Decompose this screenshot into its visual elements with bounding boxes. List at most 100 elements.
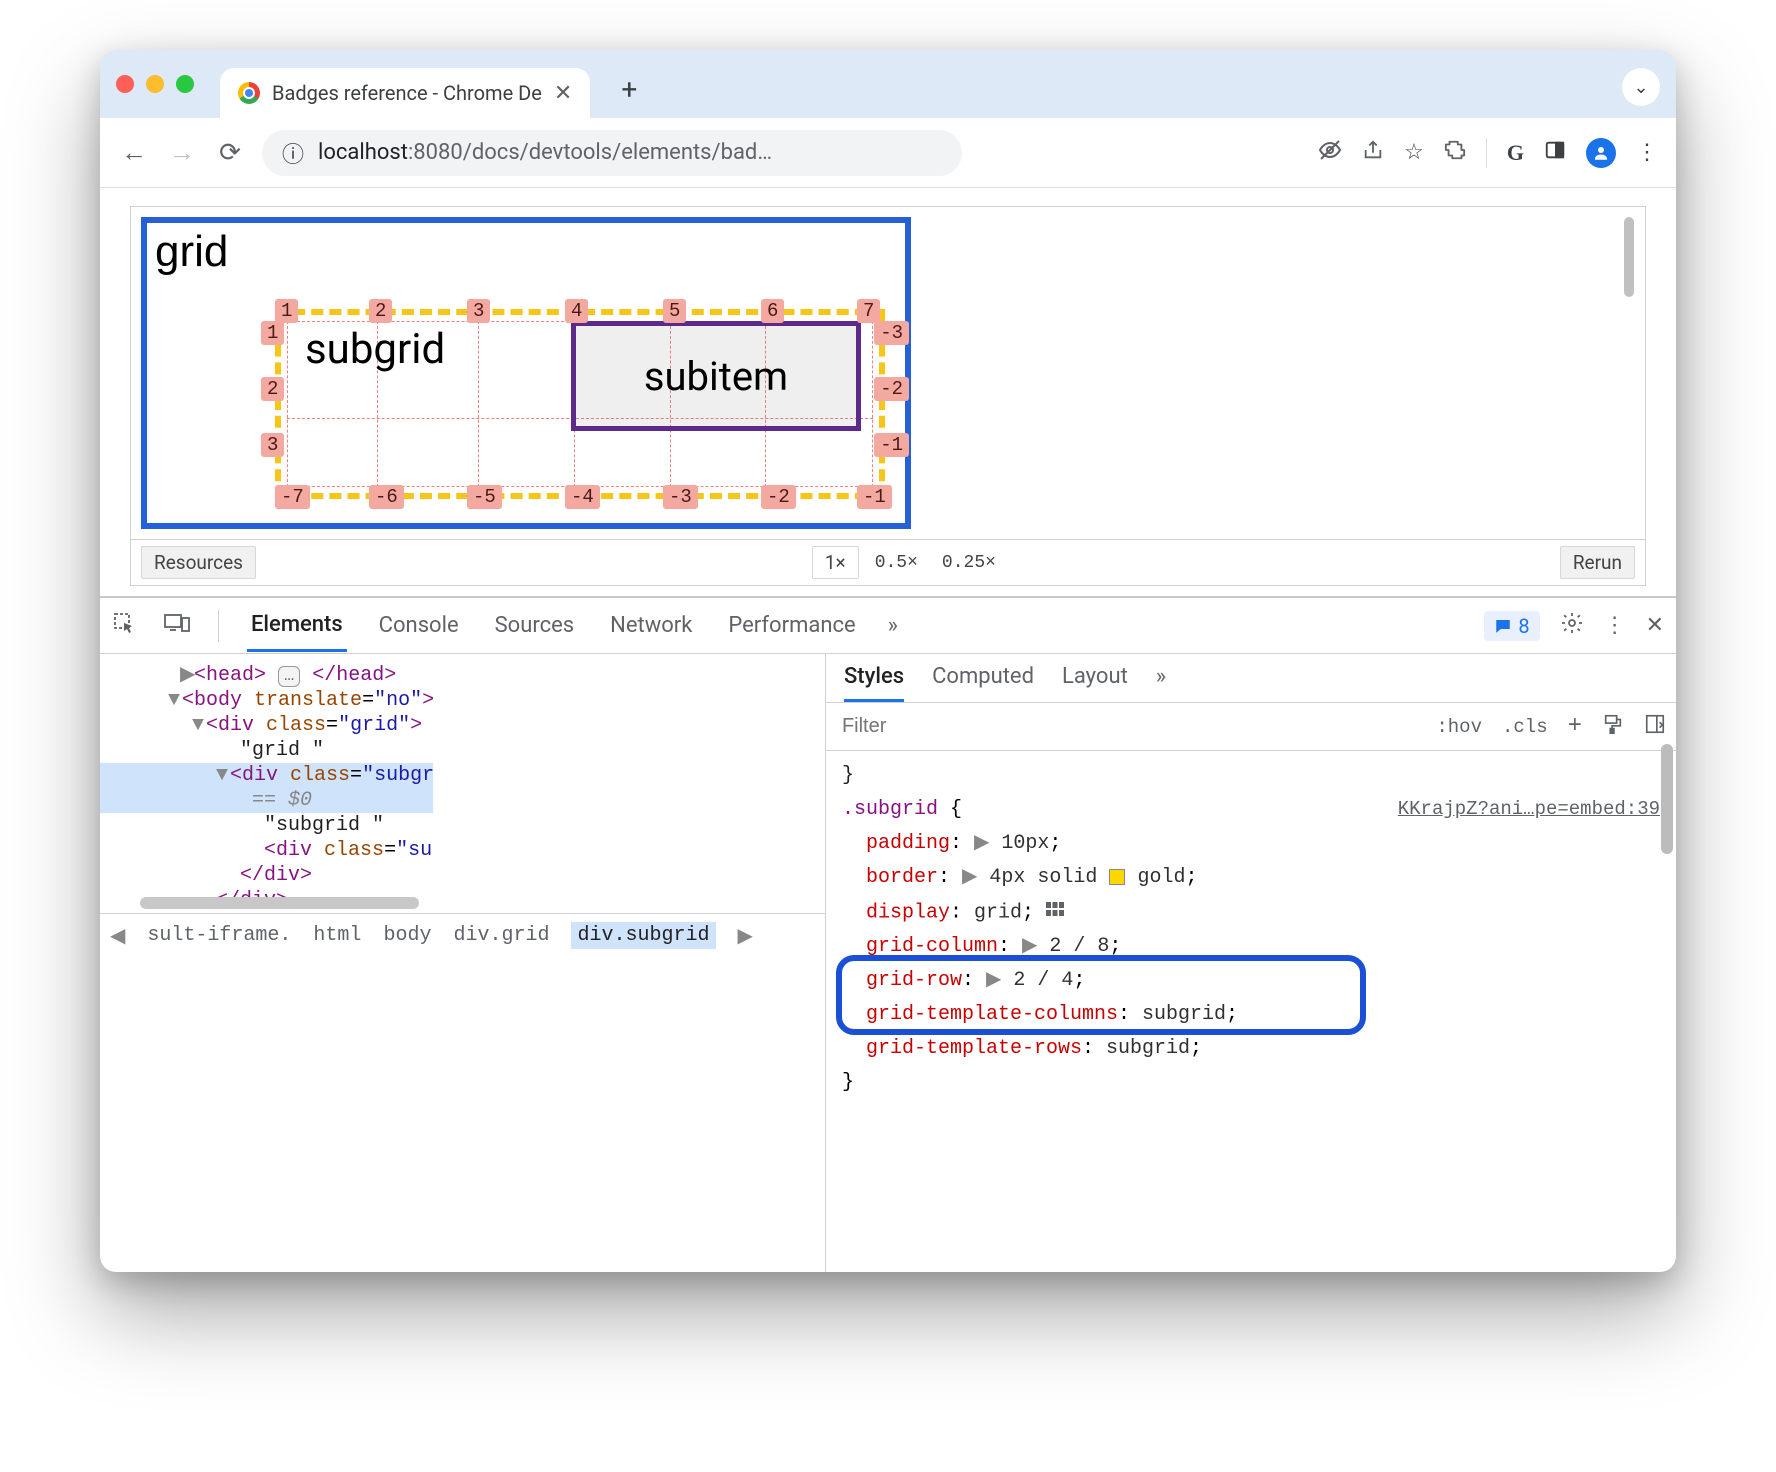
track-label: 6 <box>761 299 784 323</box>
site-info-icon[interactable]: ⓘ <box>282 137 304 169</box>
source-link[interactable]: KKrajpZ?ani…pe=embed:39 <box>1398 793 1660 825</box>
styles-tabs: Styles Computed Layout » <box>826 654 1676 703</box>
maximize-window-icon[interactable] <box>176 75 194 93</box>
track-label: -1 <box>857 485 892 509</box>
track-label: -6 <box>369 485 404 509</box>
tabs-dropdown-button[interactable]: ⌄ <box>1622 68 1660 106</box>
content-area: grid subgrid subitem <box>100 188 1676 1272</box>
menu-icon[interactable]: ⋮ <box>1636 140 1658 165</box>
track-label: -4 <box>565 485 600 509</box>
browser-tab[interactable]: Badges reference - Chrome De ✕ <box>220 68 590 118</box>
breadcrumb-item[interactable]: sult-iframe. <box>147 924 291 947</box>
track-label: 7 <box>857 299 880 323</box>
zoom-05x[interactable]: 0.5× <box>867 549 926 577</box>
zoom-025x[interactable]: 0.25× <box>934 549 1004 577</box>
styles-filter-row: :hov .cls + <box>826 703 1676 751</box>
bc-left-icon[interactable]: ◀ <box>110 923 125 949</box>
computed-panel-icon[interactable] <box>1634 713 1676 741</box>
extensions-icon[interactable] <box>1444 139 1466 167</box>
styles-filter-input[interactable] <box>826 715 1426 738</box>
viewport-scrollbar[interactable] <box>1624 217 1634 297</box>
track-label: 4 <box>565 299 588 323</box>
track-label: -1 <box>874 433 909 457</box>
track-label: -5 <box>467 485 502 509</box>
subgrid-label: subgrid <box>305 325 445 374</box>
grid-glyph-icon[interactable] <box>1046 895 1064 929</box>
new-tab-button[interactable]: + <box>610 70 648 108</box>
browser-toolbar: ← → ⟳ ⓘ localhost:8080/docs/devtools/ele… <box>100 118 1676 188</box>
more-tabs-button[interactable]: » <box>888 613 898 638</box>
bc-right-icon[interactable]: ▶ <box>738 923 753 949</box>
track-label: -7 <box>275 485 310 509</box>
dom-breadcrumbs: ◀ sult-iframe. html body div.grid div.su… <box>100 913 825 957</box>
dom-tree[interactable]: ▶<head> … </head> ▼<body translate="no">… <box>100 654 433 913</box>
forward-button[interactable]: → <box>166 137 198 168</box>
tab-styles[interactable]: Styles <box>844 664 904 702</box>
new-style-rule-icon[interactable]: + <box>1558 713 1592 740</box>
breadcrumb-item[interactable]: html <box>313 924 361 947</box>
inspect-icon[interactable] <box>112 611 136 641</box>
tab-separator <box>218 610 219 642</box>
breadcrumb-item[interactable]: body <box>383 924 431 947</box>
chrome-favicon-icon <box>238 82 260 104</box>
tab-network[interactable]: Network <box>606 601 696 650</box>
tab-elements[interactable]: Elements <box>247 600 347 652</box>
dom-scrollbar[interactable] <box>140 897 419 909</box>
window-controls <box>116 75 194 93</box>
styles-panel: Styles Computed Layout » :hov .cls + <box>825 654 1676 1272</box>
eye-off-icon[interactable] <box>1318 138 1342 168</box>
close-window-icon[interactable] <box>116 75 134 93</box>
share-icon[interactable] <box>1362 139 1384 167</box>
rerun-button[interactable]: Rerun <box>1560 546 1635 579</box>
track-label: 5 <box>663 299 686 323</box>
paint-icon[interactable] <box>1592 713 1634 741</box>
bookmark-star-icon[interactable]: ☆ <box>1404 140 1424 165</box>
close-tab-icon[interactable]: ✕ <box>554 81 572 106</box>
grid-container: grid subgrid subitem <box>141 217 911 529</box>
subitem-box: subitem <box>571 321 861 431</box>
minimize-window-icon[interactable] <box>146 75 164 93</box>
track-label: 3 <box>261 433 284 457</box>
tab-performance[interactable]: Performance <box>724 601 859 650</box>
toolbar-separator <box>1486 138 1487 168</box>
track-label: -3 <box>663 485 698 509</box>
css-rules[interactable]: } .subgrid {KKrajpZ?ani…pe=embed:39 padd… <box>826 751 1676 1108</box>
track-label: -2 <box>761 485 796 509</box>
address-bar[interactable]: ⓘ localhost:8080/docs/devtools/elements/… <box>262 130 962 176</box>
reload-button[interactable]: ⟳ <box>214 138 246 168</box>
track-label: -3 <box>874 321 909 345</box>
browser-window: Badges reference - Chrome De ✕ + ⌄ ← → ⟳… <box>100 50 1676 1272</box>
track-label: 1 <box>261 321 284 345</box>
google-icon[interactable]: G <box>1507 140 1524 166</box>
tab-computed[interactable]: Computed <box>932 664 1034 702</box>
breadcrumb-item[interactable]: div.grid <box>453 924 549 947</box>
resources-button[interactable]: Resources <box>141 546 256 579</box>
zoom-1x[interactable]: 1× <box>812 546 859 579</box>
tab-console[interactable]: Console <box>375 601 463 650</box>
toolbar-actions: ☆ G ⋮ <box>1318 138 1658 168</box>
demo-toolbar: Resources 1× 0.5× 0.25× Rerun <box>130 540 1646 586</box>
demo-frame: grid subgrid subitem <box>130 206 1646 540</box>
device-toggle-icon[interactable] <box>164 612 190 640</box>
devtools-tabs: Elements Console Sources Network Perform… <box>100 598 1676 654</box>
breadcrumb-item[interactable]: div.subgrid <box>571 922 715 949</box>
track-label: 2 <box>369 299 392 323</box>
grid-label: grid <box>155 227 897 277</box>
close-devtools-icon[interactable]: ✕ <box>1646 613 1664 638</box>
tab-title: Badges reference - Chrome De <box>272 81 542 105</box>
devtools-panel: Elements Console Sources Network Perform… <box>100 596 1676 1272</box>
hov-toggle[interactable]: :hov <box>1426 716 1492 738</box>
subgrid-container: subgrid subitem 1 2 3 4 5 6 7 1 <box>275 309 885 499</box>
side-panel-icon[interactable] <box>1544 139 1566 167</box>
cls-toggle[interactable]: .cls <box>1492 716 1558 738</box>
more-styles-tabs[interactable]: » <box>1156 664 1166 702</box>
profile-avatar-icon[interactable] <box>1586 138 1616 168</box>
devtools-menu-icon[interactable]: ⋮ <box>1604 613 1626 638</box>
back-button[interactable]: ← <box>118 137 150 168</box>
tab-layout[interactable]: Layout <box>1062 664 1128 702</box>
feedback-badge[interactable]: 8 <box>1484 611 1539 641</box>
tab-strip: Badges reference - Chrome De ✕ + ⌄ <box>100 50 1676 118</box>
devtools-body: ▶<head> … </head> ▼<body translate="no">… <box>100 654 1676 1272</box>
tab-sources[interactable]: Sources <box>491 601 579 650</box>
settings-icon[interactable] <box>1560 611 1584 641</box>
